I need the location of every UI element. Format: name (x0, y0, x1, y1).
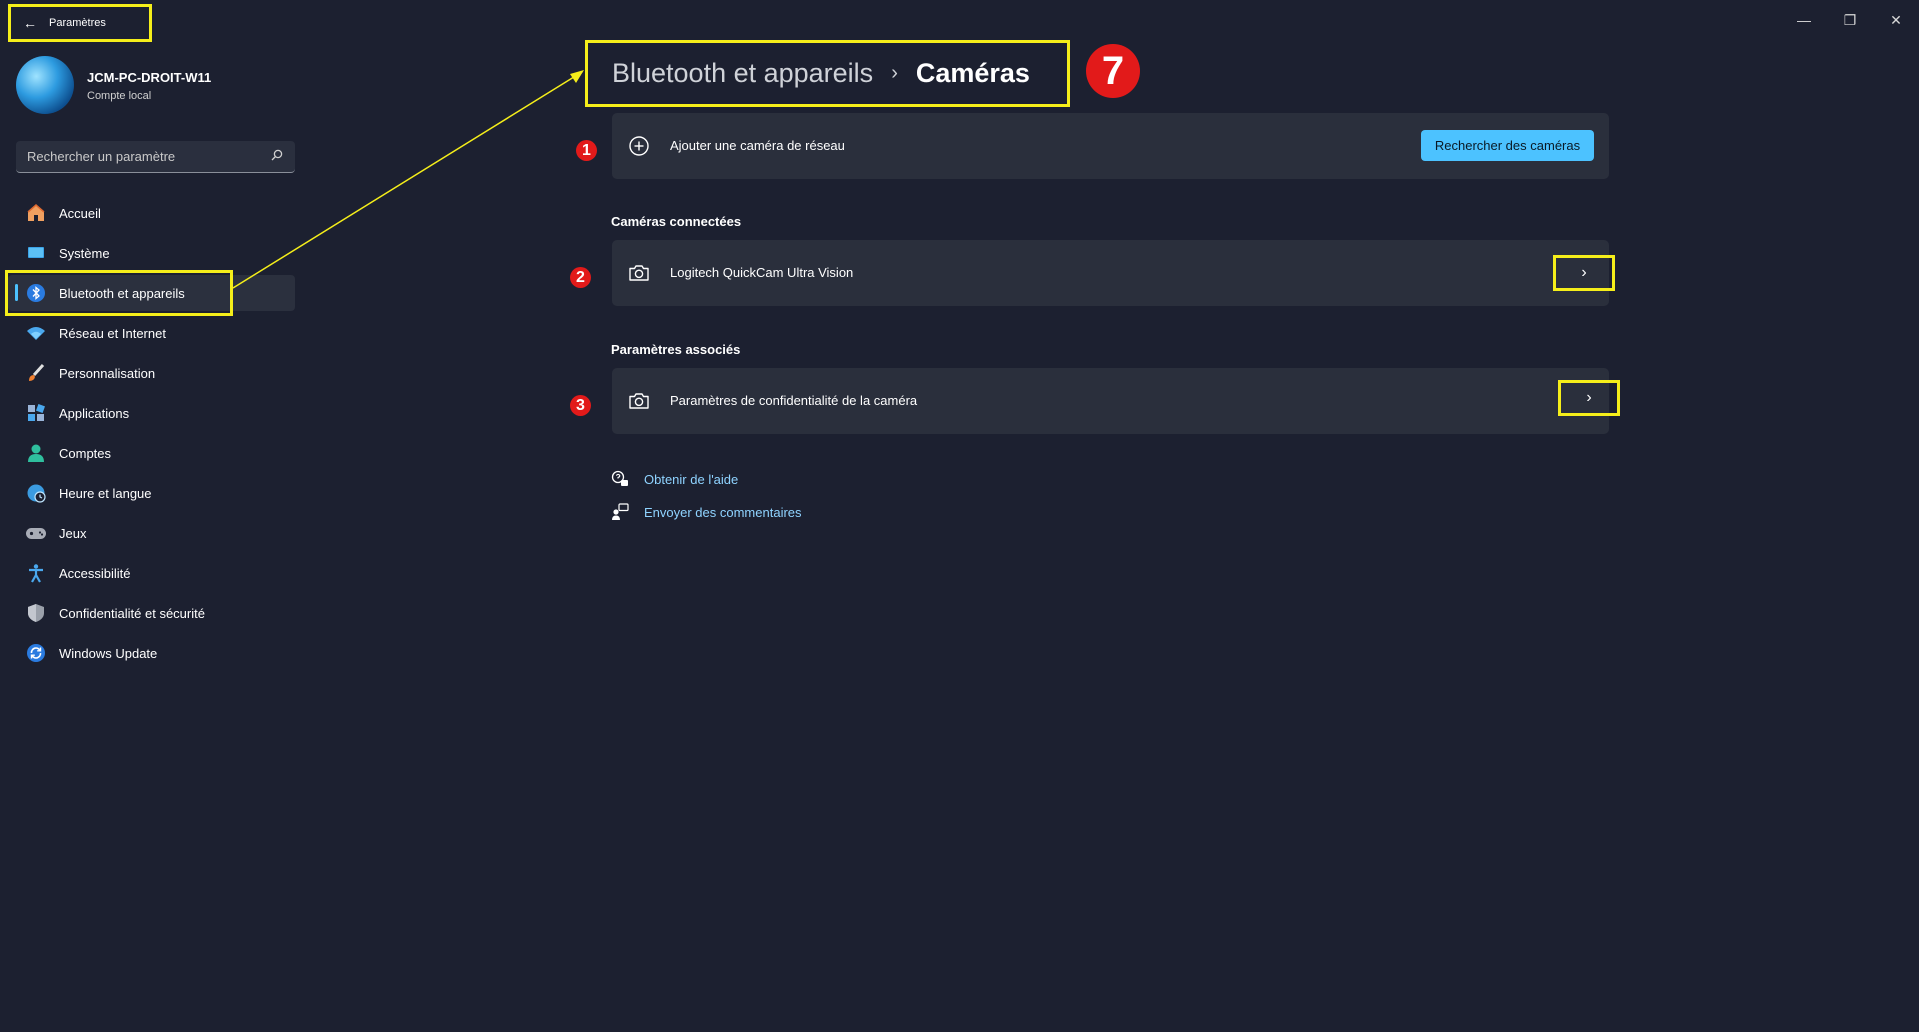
camera-icon (629, 265, 649, 281)
feedback-icon (612, 503, 629, 520)
annotation-badge-3: 3 (570, 395, 591, 416)
arrow-sidebar-to-breadcrumb (232, 71, 583, 289)
feedback-link[interactable]: Envoyer des commentaires (644, 505, 802, 520)
connected-cameras-heading: Caméras connectées (611, 214, 742, 229)
breadcrumb-separator: › (891, 62, 898, 84)
camera-details-chevron[interactable]: › (1553, 255, 1615, 291)
breadcrumb-parent[interactable]: Bluetooth et appareils (612, 58, 873, 89)
related-settings-heading: Paramètres associés (611, 342, 741, 357)
feedback-link-row[interactable]: Envoyer des commentaires (611, 503, 802, 521)
annotation-badge-1: 1 (576, 140, 597, 161)
help-link-row[interactable]: Obtenir de l'aide (611, 470, 738, 488)
camera-privacy-row[interactable]: Paramètres de confidentialité de la camé… (612, 368, 1609, 434)
help-link[interactable]: Obtenir de l'aide (644, 472, 738, 487)
add-network-camera-label: Ajouter une caméra de réseau (670, 138, 845, 153)
annotation-badge-2: 2 (570, 267, 591, 288)
connected-camera-row[interactable]: Logitech QuickCam Ultra Vision (612, 240, 1609, 306)
camera-name: Logitech QuickCam Ultra Vision (670, 265, 854, 280)
search-cameras-button[interactable]: Rechercher des caméras (1421, 130, 1594, 161)
breadcrumb: Bluetooth et appareils › Caméras (585, 40, 1070, 107)
camera-icon (629, 393, 649, 409)
add-circle-icon (629, 136, 649, 156)
arrow-head-breadcrumb (570, 70, 584, 83)
camera-privacy-chevron[interactable]: › (1558, 380, 1620, 416)
page-title: Caméras (915, 58, 1030, 88)
help-icon (611, 470, 628, 486)
camera-privacy-label: Paramètres de confidentialité de la camé… (670, 393, 918, 408)
annotation-badge-7: 7 (1086, 44, 1140, 98)
